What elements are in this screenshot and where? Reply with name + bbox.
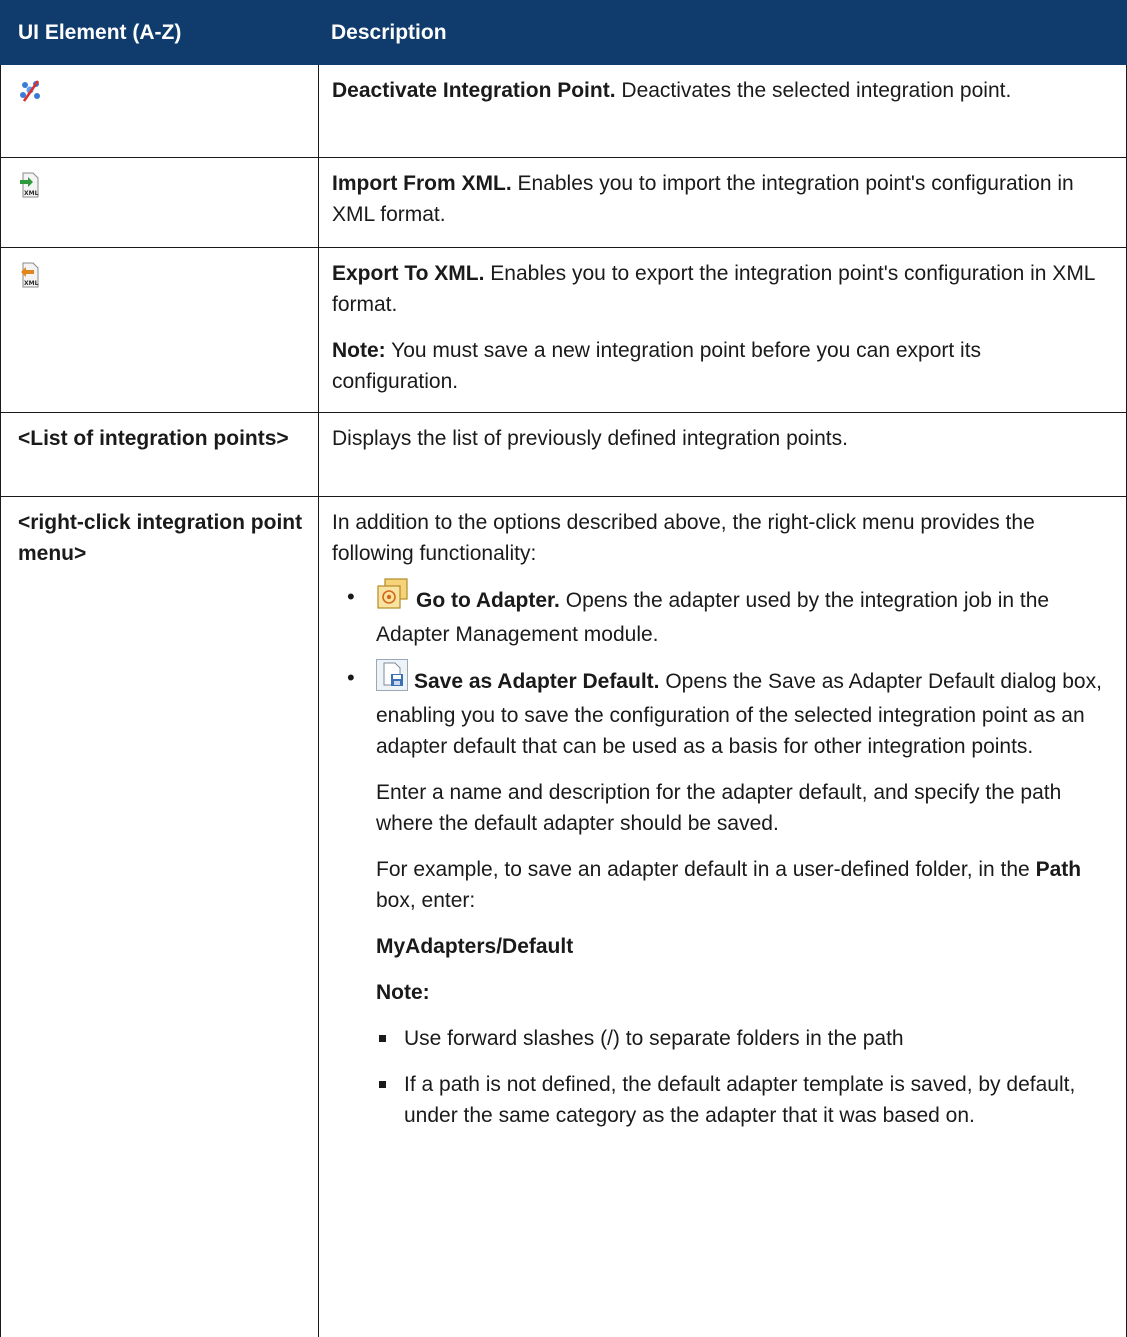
note-label: Note: xyxy=(376,981,430,1004)
import-description: Import From XML. Enables you to import t… xyxy=(332,172,1074,226)
list-description: Displays the list of previously defined … xyxy=(332,427,848,450)
table-row: XML Import From XML. Enables you to impo… xyxy=(0,157,1127,247)
path-example-intro: For example, to save an adapter default … xyxy=(376,858,1082,912)
list-item: • Save as Adapter Default. Opens the Sav… xyxy=(332,659,1112,762)
header-ui-element: UI Element (A-Z) xyxy=(18,20,182,44)
go-to-adapter-title: Go to Adapter. xyxy=(416,589,560,613)
rightclick-element-label: <right-click integration point menu> xyxy=(18,511,303,565)
header-description: Description xyxy=(331,20,447,44)
import-xml-icon: XML xyxy=(18,172,42,204)
export-description: Export To XML. Enables you to export the… xyxy=(332,262,1095,316)
svg-text:XML: XML xyxy=(24,280,39,287)
export-title: Export To XML. xyxy=(332,262,485,285)
svg-text:XML: XML xyxy=(24,190,39,197)
table-header: UI Element (A-Z) Description xyxy=(0,0,1127,65)
ui-elements-table: UI Element (A-Z) Description Deactivate … xyxy=(0,0,1127,1337)
list-element-label: <List of integration points> xyxy=(18,427,289,450)
table-row: <List of integration points> Displays th… xyxy=(0,412,1127,496)
save-adapter-default-icon xyxy=(376,659,408,700)
list-item: Use forward slashes (/) to separate fold… xyxy=(332,1023,1112,1054)
list-item: • Go to Adapter. Opens the adapter used … xyxy=(332,578,1112,650)
export-note: Note: You must save a new integration po… xyxy=(332,339,982,393)
path-example: MyAdapters/Default xyxy=(376,935,574,958)
save-adapter-default-title: Save as Adapter Default. xyxy=(414,670,660,694)
go-to-adapter-icon xyxy=(376,578,410,619)
path-instructions: Enter a name and description for the ada… xyxy=(376,781,1062,835)
export-xml-icon: XML xyxy=(18,262,42,294)
rightclick-intro: In addition to the options described abo… xyxy=(332,511,1035,565)
deactivate-title: Deactivate Integration Point. xyxy=(332,79,616,102)
deactivate-description: Deactivate Integration Point. Deactivate… xyxy=(332,79,1012,102)
deactivate-integration-icon xyxy=(18,79,44,109)
table-row: XML Export To XML. Enables you to export… xyxy=(0,247,1127,412)
table-row: <right-click integration point menu> In … xyxy=(0,496,1127,1337)
import-title: Import From XML. xyxy=(332,172,512,195)
list-item: If a path is not defined, the default ad… xyxy=(332,1069,1112,1131)
table-row: Deactivate Integration Point. Deactivate… xyxy=(0,65,1127,157)
